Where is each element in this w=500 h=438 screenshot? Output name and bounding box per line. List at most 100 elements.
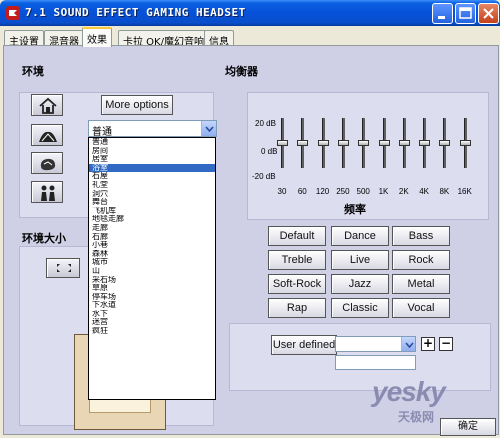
tab-mixer[interactable]: 混音器 bbox=[44, 30, 84, 48]
watermark-subtitle: 天极网 bbox=[398, 410, 435, 424]
eq-band-label: 120 bbox=[315, 187, 330, 196]
environment-select[interactable]: 普通 bbox=[88, 120, 217, 138]
preset-name-input[interactable] bbox=[335, 355, 416, 370]
eq-slider-knob[interactable] bbox=[317, 140, 329, 146]
remove-preset-button[interactable]: − bbox=[439, 337, 453, 351]
environment-size-toggle-button[interactable] bbox=[46, 258, 80, 278]
eq-band-label: 8K bbox=[439, 187, 450, 196]
eq-slider-knob[interactable] bbox=[277, 140, 288, 146]
eq-band-label: 16K bbox=[457, 187, 472, 196]
eq-preset-button[interactable]: Rock bbox=[392, 250, 450, 270]
eq-slider-knob[interactable] bbox=[358, 140, 370, 146]
chevron-down-icon[interactable] bbox=[401, 337, 415, 351]
environment-option[interactable]: 停车场 bbox=[89, 293, 215, 302]
environment-option[interactable]: 洞穴 bbox=[89, 190, 215, 199]
environment-option[interactable]: 房间 bbox=[89, 147, 215, 156]
environment-option[interactable]: 迷宫 bbox=[89, 318, 215, 327]
environment-preset-hall-button[interactable] bbox=[31, 124, 63, 146]
eq-preset-button[interactable]: Metal bbox=[392, 274, 450, 294]
chevron-down-icon[interactable] bbox=[201, 121, 216, 136]
environment-preset-mind-button[interactable] bbox=[31, 152, 63, 174]
environment-option[interactable]: 礼堂 bbox=[89, 181, 215, 190]
eq-slider-knob[interactable] bbox=[378, 140, 390, 146]
environment-option[interactable]: 居室 bbox=[89, 155, 215, 164]
environment-option[interactable]: 石廊 bbox=[89, 233, 215, 242]
environment-option[interactable]: 飞机库 bbox=[89, 207, 215, 216]
eq-preset-button[interactable]: Rap bbox=[268, 298, 326, 318]
eq-slider-knob[interactable] bbox=[297, 140, 309, 146]
environment-option[interactable]: 浴室 bbox=[89, 163, 215, 173]
more-options-button[interactable]: More options bbox=[101, 95, 173, 115]
frequency-axis-title: 频率 bbox=[344, 203, 366, 216]
environment-option[interactable]: 采石场 bbox=[89, 276, 215, 285]
people-icon bbox=[41, 185, 55, 201]
environment-option[interactable]: 小巷 bbox=[89, 241, 215, 250]
environment-option[interactable]: 草原 bbox=[89, 284, 215, 293]
eq-band-label: 60 bbox=[297, 187, 307, 196]
eq-scale-bottom: -20 dB bbox=[252, 172, 276, 181]
eq-preset-button[interactable]: Bass bbox=[392, 226, 450, 246]
window-title: 7.1 SOUND EFFECT GAMING HEADSET bbox=[25, 6, 246, 19]
maximize-button[interactable] bbox=[455, 3, 476, 24]
house-icon bbox=[39, 97, 57, 114]
environment-title: 环境 bbox=[22, 65, 44, 78]
eq-preset-button[interactable]: Soft-Rock bbox=[268, 274, 326, 294]
equalizer-title: 均衡器 bbox=[225, 65, 258, 78]
tab-info[interactable]: 信息 bbox=[204, 30, 234, 48]
environment-select-value: 普通 bbox=[92, 127, 112, 138]
watermark-logo: yesky bbox=[372, 376, 446, 407]
environment-option[interactable]: 山 bbox=[89, 267, 215, 276]
eq-scale-top: 20 dB bbox=[255, 119, 276, 128]
brain-icon bbox=[40, 158, 56, 171]
environment-option[interactable]: 下水道 bbox=[89, 301, 215, 310]
user-defined-button[interactable]: User defined bbox=[271, 335, 337, 355]
eq-band-label: 4K bbox=[419, 187, 429, 196]
environment-preset-people-button[interactable] bbox=[31, 181, 63, 203]
maximize-icon bbox=[459, 7, 472, 19]
eq-band-label: 250 bbox=[336, 187, 350, 196]
eq-slider-knob[interactable] bbox=[459, 140, 471, 146]
eq-preset-button[interactable]: Dance bbox=[331, 226, 389, 246]
environment-option[interactable]: 城市 bbox=[89, 258, 215, 267]
eq-band-label: 1K bbox=[378, 187, 389, 196]
environment-size-title: 环境大小 bbox=[22, 232, 66, 245]
eq-slider-knob[interactable] bbox=[398, 140, 410, 146]
environment-option[interactable]: 水下 bbox=[89, 310, 215, 319]
close-button[interactable] bbox=[478, 3, 499, 24]
eq-slider-knob[interactable] bbox=[439, 140, 451, 146]
eq-band-label: 2K bbox=[398, 187, 409, 196]
environment-option[interactable]: 普通 bbox=[89, 138, 215, 147]
app-icon bbox=[6, 6, 20, 20]
close-icon bbox=[483, 8, 494, 19]
eq-scale-mid: 0 dB bbox=[261, 147, 278, 156]
eq-preset-button[interactable]: Jazz bbox=[331, 274, 389, 294]
eq-band-label: 500 bbox=[356, 187, 370, 196]
eq-preset-button[interactable]: Classic bbox=[331, 298, 389, 318]
ok-button[interactable]: 确定 bbox=[440, 418, 496, 436]
eq-band-label: 30 bbox=[277, 187, 287, 196]
eq-slider-knob[interactable] bbox=[419, 140, 431, 146]
eq-preset-button[interactable]: Vocal bbox=[392, 298, 450, 318]
minimize-icon bbox=[438, 16, 445, 19]
concert-hall-icon bbox=[39, 131, 57, 142]
environment-option[interactable]: 舞台 bbox=[89, 198, 215, 207]
environment-option[interactable]: 地毯走廊 bbox=[89, 215, 215, 224]
eq-preset-button[interactable]: Default bbox=[268, 226, 326, 246]
user-defined-select[interactable] bbox=[335, 336, 416, 352]
title-bar: 7.1 SOUND EFFECT GAMING HEADSET bbox=[0, 0, 500, 26]
add-preset-button[interactable]: + bbox=[421, 337, 435, 351]
eq-preset-button[interactable]: Treble bbox=[268, 250, 326, 270]
tab-karaoke[interactable]: 卡拉 OK/魔幻音响 bbox=[118, 30, 209, 48]
environment-option[interactable]: 森林 bbox=[89, 250, 215, 259]
eq-preset-button[interactable]: Live bbox=[331, 250, 389, 270]
environment-dropdown-list[interactable]: 普通 房间 居室 浴室 石屋 礼堂 洞穴 舞台 飞机库 地毯走廊 走廊 石廊 小巷 森林 城市山采石场 草原停… bbox=[88, 137, 216, 400]
tab-effects[interactable]: 效果 bbox=[82, 27, 112, 47]
tab-main-settings[interactable]: 主设置 bbox=[4, 30, 44, 48]
environment-option[interactable]: 走廊 bbox=[89, 224, 215, 233]
tab-bar: 主设置 混音器 效果 卡拉 OK/魔幻音响 信息 bbox=[0, 26, 500, 48]
environment-preset-house-button[interactable] bbox=[31, 94, 63, 116]
environment-option[interactable]: 石屋 bbox=[89, 172, 215, 181]
minimize-button[interactable] bbox=[432, 3, 453, 24]
environment-option[interactable]: 疯狂 bbox=[89, 327, 215, 336]
eq-slider-knob[interactable] bbox=[337, 140, 349, 146]
